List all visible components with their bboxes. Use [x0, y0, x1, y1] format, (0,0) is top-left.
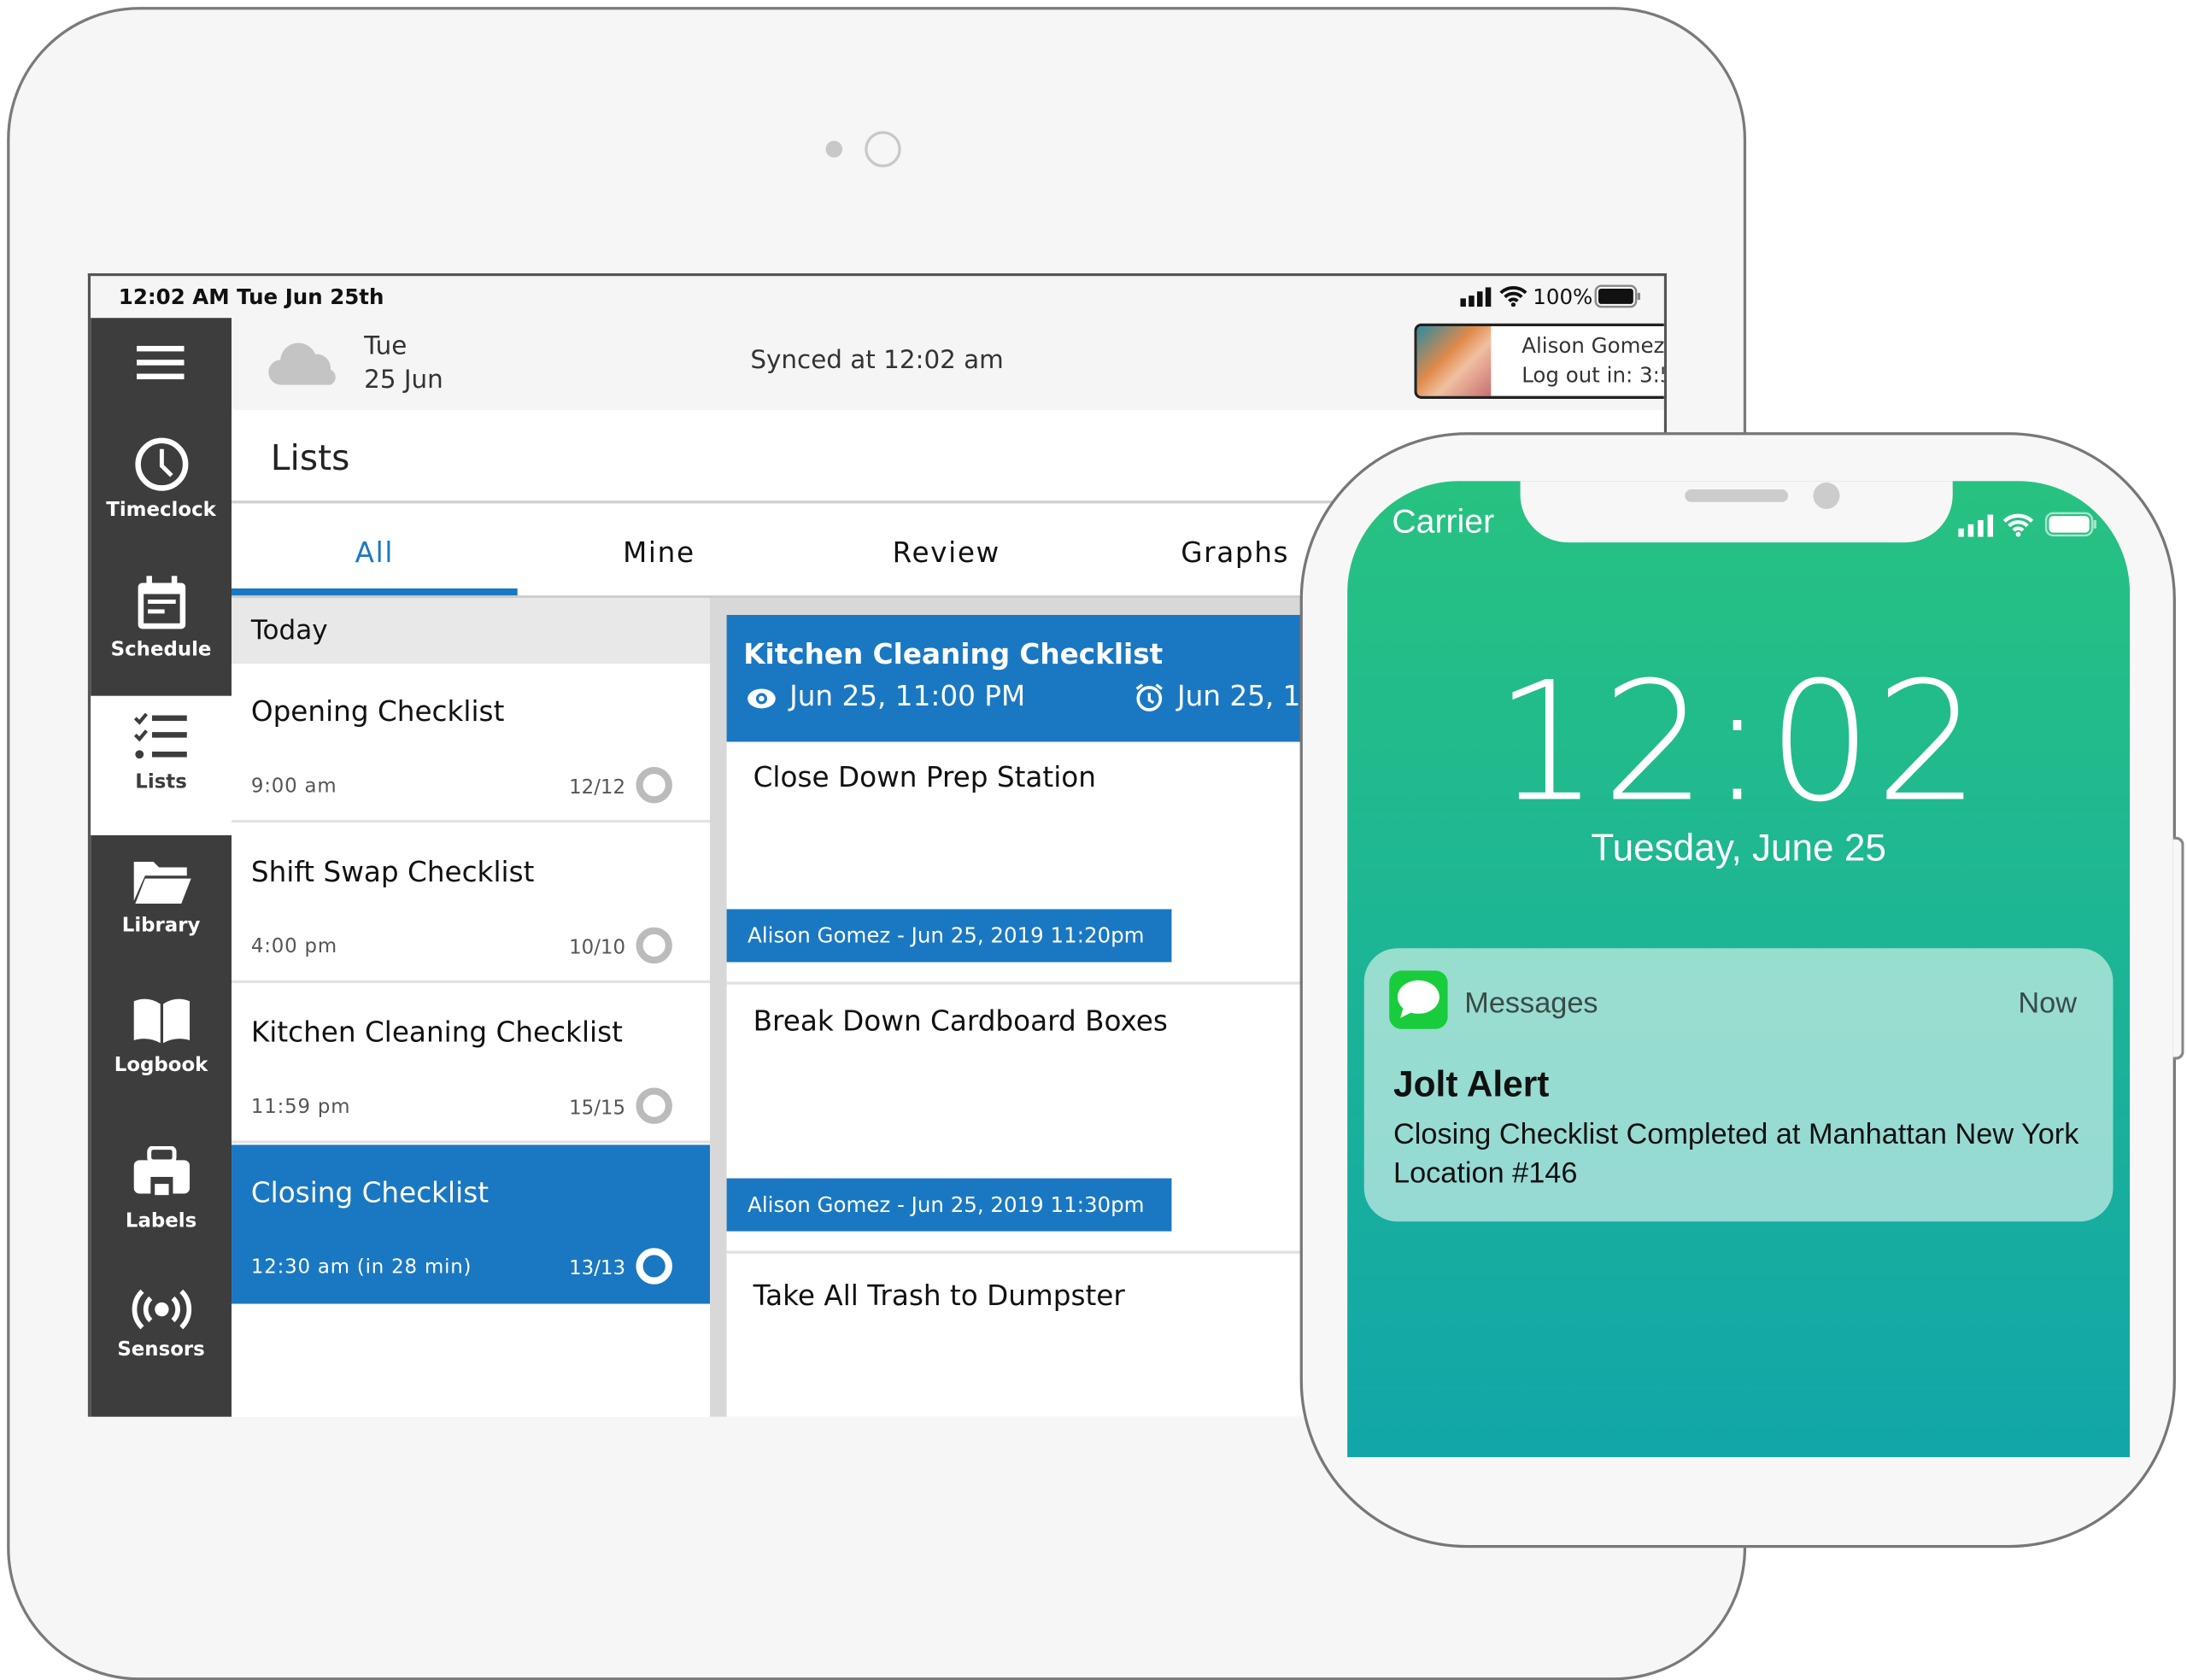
sidebar-item-library[interactable]: Library [91, 840, 232, 976]
completed-by-banner: Alison Gomez - Jun 25, 2019 11:30pm [726, 1178, 1172, 1232]
phone-side-button [2172, 836, 2184, 1060]
front-camera [1813, 482, 1840, 509]
item-title: Closing Checklist [250, 1175, 490, 1209]
user-card: Alison Gomez Log out in: 3:57 [1414, 323, 1665, 399]
wifi-icon [1499, 286, 1527, 307]
menu-button[interactable] [91, 318, 232, 413]
sidebar-item-label: Timeclock [106, 499, 216, 522]
header-day: Tue [364, 331, 407, 361]
speaker [1685, 489, 1789, 502]
tab-mine[interactable]: Mine [516, 506, 802, 595]
clock-icon [134, 437, 188, 491]
carrier-label: Carrier [1392, 503, 1495, 541]
lock-date: Tuesday, June 25 [1591, 827, 1886, 869]
item-title: Kitchen Cleaning Checklist [250, 1015, 623, 1049]
tablet-camera [865, 131, 901, 167]
cloud-icon [268, 342, 336, 385]
avatar [1416, 326, 1492, 396]
item-time: 9:00 am [250, 775, 337, 798]
task-name[interactable]: Close Down Prep Station [753, 760, 1096, 793]
sensor-icon [131, 1289, 191, 1330]
checklist-icon [133, 712, 186, 759]
logout-timer: Log out in: 3:57 [1522, 362, 1664, 388]
list-item[interactable]: Shift Swap Checklist 4:00 pm 10/10 [232, 824, 711, 984]
signal-icon [1460, 287, 1492, 307]
due-date: Jun 25, 1 [1176, 679, 1301, 713]
list-item-selected[interactable]: Closing Checklist 12:30 am (in 28 min) 1… [232, 1144, 711, 1304]
page-title: Lists [270, 437, 350, 478]
item-count: 10/10 [569, 937, 626, 960]
sidebar-item-label: Sensors [117, 1338, 205, 1361]
calendar-icon [137, 576, 185, 629]
item-title: Opening Checklist [250, 694, 505, 729]
notification-time: Now [2018, 986, 2078, 1020]
sync-status: Synced at 12:02 am [750, 345, 1004, 376]
sidebar-item-label: Labels [125, 1210, 197, 1233]
signal-icon [1958, 514, 1994, 537]
task-name[interactable]: Break Down Cardboard Boxes [753, 1004, 1168, 1038]
sidebar-item-lists[interactable]: Lists [91, 695, 232, 835]
progress-ring-icon [636, 927, 672, 964]
visible-date: Jun 25, 11:00 PM [789, 679, 1026, 713]
alarm-icon [1135, 683, 1163, 711]
header: Tue 25 Jun Synced at 12:02 am Alison Gom… [232, 318, 1665, 410]
lock-time: 12:02 [1494, 645, 1983, 839]
folder-icon [132, 861, 191, 904]
sidebar-item-logbook[interactable]: Logbook [91, 979, 232, 1115]
header-date: 25 Jun [364, 365, 443, 395]
list-item[interactable]: Opening Checklist 9:00 am 12/12 [232, 664, 711, 823]
wifi-icon [2002, 513, 2034, 537]
status-bar: 12:02 AM Tue Jun 25th 100% [91, 276, 1664, 319]
progress-ring-icon [636, 1087, 672, 1124]
item-time: 12:30 am (in 28 min) [250, 1256, 472, 1279]
task-list: Close Down Prep Station Alison Gomez - J… [726, 741, 1313, 1417]
item-count: 15/15 [569, 1097, 626, 1121]
tab-review[interactable]: Review [803, 506, 1089, 595]
sidebar-item-sensors[interactable]: Sensors [91, 1272, 232, 1408]
divider [726, 981, 1313, 985]
task-name[interactable]: Take All Trash to Dumpster [753, 1279, 1125, 1312]
battery-icon [1594, 284, 1640, 308]
sidebar-item-label: Schedule [110, 638, 212, 661]
sidebar: Timeclock Schedule Lists Library Logbook… [91, 318, 232, 1417]
battery-icon [2044, 512, 2096, 537]
progress-ring-icon [636, 766, 672, 804]
sidebar-item-label: Library [121, 915, 201, 938]
notification-app: Messages [1464, 986, 1598, 1020]
battery-percent: 100% [1533, 284, 1593, 310]
book-icon [132, 998, 190, 1044]
sidebar-item-schedule[interactable]: Schedule [91, 560, 232, 697]
user-name: Alison Gomez [1522, 333, 1665, 359]
completed-by-banner: Alison Gomez - Jun 25, 2019 11:20pm [726, 909, 1172, 963]
sidebar-item-label: Lists [135, 770, 187, 793]
status-time: 12:02 AM Tue Jun 25th [118, 284, 384, 310]
item-time: 4:00 pm [250, 935, 337, 958]
checklist-list: Today Opening Checklist 9:00 am 12/12 Sh… [232, 598, 711, 1417]
notification-body: Closing Checklist Completed at Manhattan… [1393, 1118, 2079, 1190]
item-time: 11:59 pm [250, 1096, 351, 1119]
sidebar-item-label: Logbook [114, 1054, 208, 1077]
sidebar-item-labels[interactable]: Labels [91, 1133, 232, 1269]
printer-icon [132, 1146, 190, 1203]
notification-title: Jolt Alert [1393, 1062, 1550, 1105]
phone-notch [1520, 481, 1953, 543]
phone-lock-screen: Carrier 12:02 Tuesday, June 25 Messages … [1347, 481, 2131, 1458]
eye-icon [748, 688, 776, 709]
item-count: 12/12 [569, 776, 626, 799]
section-header: Today [232, 598, 711, 664]
item-count: 13/13 [569, 1257, 626, 1280]
sidebar-item-timeclock[interactable]: Timeclock [91, 421, 232, 558]
divider [726, 1250, 1313, 1254]
detail-title: Kitchen Cleaning Checklist [743, 637, 1164, 671]
tab-all[interactable]: All [232, 506, 518, 596]
tablet-sensor [825, 140, 843, 158]
item-title: Shift Swap Checklist [250, 854, 535, 888]
notification-card[interactable]: Messages Now Jolt Alert Closing Checklis… [1363, 948, 2114, 1222]
detail-header: Kitchen Cleaning Checklist Jun 25, 11:00… [726, 614, 1313, 742]
progress-ring-icon [636, 1248, 672, 1285]
hamburger-icon [136, 345, 184, 380]
messages-app-icon [1389, 970, 1448, 1029]
list-item[interactable]: Kitchen Cleaning Checklist 11:59 pm 15/1… [232, 985, 711, 1144]
